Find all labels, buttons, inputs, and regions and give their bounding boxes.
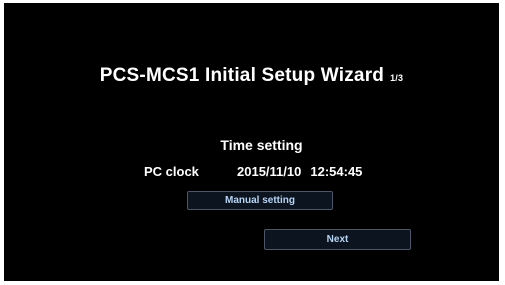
time-setting-heading: Time setting (220, 137, 303, 153)
manual-setting-button[interactable]: Manual setting (187, 191, 333, 210)
next-button[interactable]: Next (264, 229, 411, 250)
pc-clock-value: 2015/11/10 12:54:45 (237, 164, 362, 179)
pc-clock-label: PC clock (144, 164, 199, 179)
wizard-title: PCS-MCS1 Initial Setup Wizard 1/3 (4, 65, 499, 87)
pc-clock-time: 12:54:45 (310, 164, 363, 179)
pc-clock-date: 2015/11/10 (237, 164, 302, 179)
wizard-title-text: PCS-MCS1 Initial Setup Wizard (99, 65, 385, 86)
setup-wizard-screen: PCS-MCS1 Initial Setup Wizard 1/3 Time se… (4, 3, 499, 281)
wizard-step-indicator: 1/3 (390, 73, 404, 83)
